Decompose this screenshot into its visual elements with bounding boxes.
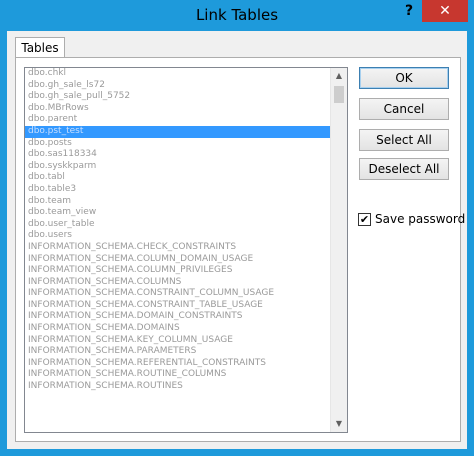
list-item[interactable]: dbo.team_view [25, 207, 332, 219]
scroll-up-icon[interactable]: ▲ [331, 68, 347, 84]
list-item[interactable]: dbo.gh_sale_ls72 [25, 80, 332, 92]
list-item[interactable]: INFORMATION_SCHEMA.COLUMN_DOMAIN_USAGE [25, 254, 332, 266]
tables-listbox[interactable]: dbo.chkl dbo.gh_sale_ls72 dbo.gh_sale_pull… [24, 67, 348, 433]
list-item[interactable]: INFORMATION_SCHEMA.CONSTRAINT_TABLE_USAG… [25, 300, 332, 312]
list-item[interactable]: dbo.sas118334 [25, 149, 332, 161]
list-item[interactable]: INFORMATION_SCHEMA.DOMAIN_CONSTRAINTS [25, 311, 332, 323]
list-item[interactable]: INFORMATION_SCHEMA.COLUMN_PRIVILEGES [25, 265, 332, 277]
list-item[interactable]: dbo.user_table [25, 219, 332, 231]
list-item[interactable]: dbo.syskkparm [25, 161, 332, 173]
select-all-button[interactable]: Select All [359, 129, 449, 151]
deselect-all-button[interactable]: Deselect All [359, 158, 449, 180]
list-item[interactable]: INFORMATION_SCHEMA.ROUTINES [25, 381, 332, 393]
ok-button[interactable]: OK [359, 67, 449, 89]
list-item[interactable]: dbo.tabl [25, 172, 332, 184]
save-password-label: Save password [375, 212, 466, 226]
list-item[interactable]: INFORMATION_SCHEMA.CONSTRAINT_COLUMN_USA… [25, 288, 332, 300]
list-items: dbo.chkl dbo.gh_sale_ls72 dbo.gh_sale_pull… [25, 68, 332, 393]
list-item[interactable]: dbo.parent [25, 114, 332, 126]
list-item[interactable]: INFORMATION_SCHEMA.DOMAINS [25, 323, 332, 335]
list-item[interactable]: INFORMATION_SCHEMA.CHECK_CONSTRAINTS [25, 242, 332, 254]
list-item[interactable]: dbo.MBrRows [25, 103, 332, 115]
list-item[interactable]: dbo.users [25, 230, 332, 242]
list-item[interactable]: INFORMATION_SCHEMA.ROUTINE_COLUMNS [25, 369, 332, 381]
list-item[interactable]: dbo.team [25, 196, 332, 208]
list-item[interactable]: INFORMATION_SCHEMA.KEY_COLUMN_USAGE [25, 335, 332, 347]
cancel-button[interactable]: Cancel [359, 98, 449, 120]
list-item[interactable]: dbo.chkl [25, 68, 332, 80]
list-item[interactable]: dbo.posts [25, 138, 332, 150]
list-item[interactable]: dbo.table3 [25, 184, 332, 196]
scroll-down-icon[interactable]: ▼ [331, 416, 347, 432]
list-item[interactable]: INFORMATION_SCHEMA.REFERENTIAL_CONSTRAIN… [25, 358, 332, 370]
vertical-scrollbar[interactable]: ▲ ▼ [330, 68, 347, 432]
list-item[interactable]: INFORMATION_SCHEMA.PARAMETERS [25, 346, 332, 358]
list-item[interactable]: dbo.gh_sale_pull_5752 [25, 91, 332, 103]
tab-tables[interactable]: Tables [15, 37, 65, 58]
scroll-thumb[interactable] [334, 86, 344, 103]
save-password-checkbox[interactable]: ✔ [358, 213, 371, 226]
list-item[interactable]: INFORMATION_SCHEMA.COLUMNS [25, 277, 332, 289]
help-button[interactable]: ? [396, 0, 422, 22]
list-item[interactable]: dbo.pst_test [25, 125, 332, 138]
title-bar: Link Tables ? ✕ [0, 0, 474, 31]
close-button[interactable]: ✕ [422, 0, 468, 22]
